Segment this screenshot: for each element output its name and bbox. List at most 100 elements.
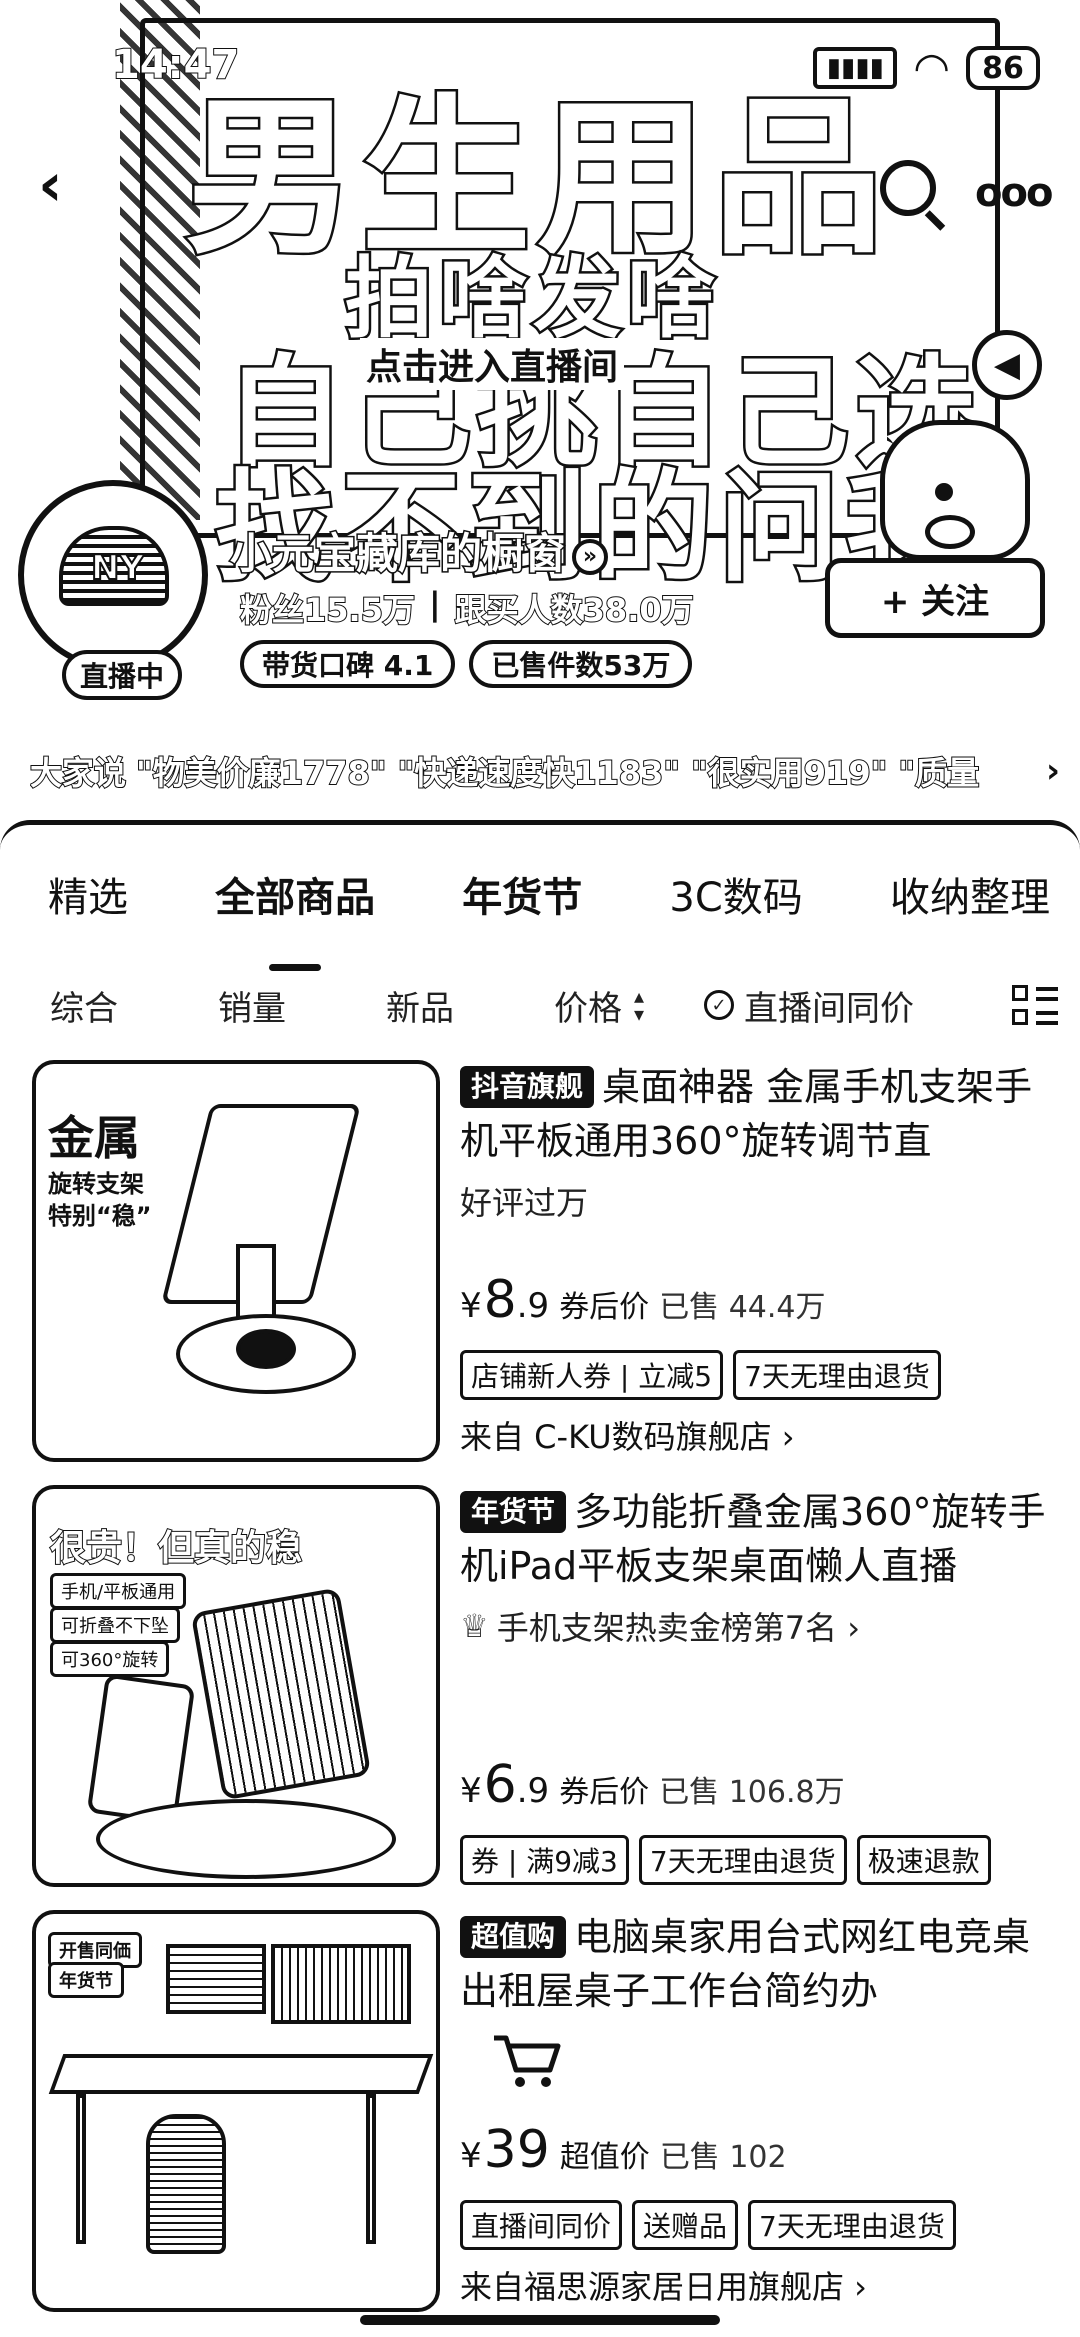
sold-count: 已售 106.8万 (659, 1775, 845, 1810)
currency: ¥ (460, 1286, 482, 1326)
value-buy-badge: 超值购 (460, 1916, 567, 1958)
product-image[interactable]: 开售同価 年货节 (32, 1910, 440, 2312)
stand-base (236, 1329, 296, 1369)
thumb-text: 很贵！但真的稳 (49, 1527, 303, 1570)
reputation-pill[interactable]: 带货口碑 4.1 (240, 640, 456, 688)
shop-pills: 带货口碑 4.1 已售件数53万 (240, 640, 693, 688)
thumb-text: 手机/平板通用 (50, 1573, 187, 1609)
chevron-right-icon: › (1045, 751, 1060, 791)
desk-leg (366, 2094, 376, 2244)
ranking-text: 手机支架热卖金榜第7名 › (496, 1609, 861, 1647)
product-card[interactable]: 开售同価 年货节 超值购 电脑桌家用台式网红电竞桌出租屋桌子工作台简约办 ¥39 … (0, 1910, 1080, 2320)
cap-image: NY (59, 526, 169, 606)
product-title[interactable]: 年货节 多功能折叠金属360°旋转手机iPad平板支架桌面懒人直播 (460, 1485, 1060, 1593)
tag-list: 店铺新人券 | 立减5 7天无理由退货 (460, 1350, 941, 1400)
product-panel: 精选 全部商品 年货节 3C数码 收纳整理 综合 销量 新品 价格 ▴ ▾ ✓ 直… (0, 820, 1080, 2337)
back-chevron-icon[interactable]: ‹ (38, 150, 63, 220)
sort-sales[interactable]: 销量 (218, 981, 286, 1030)
reviews-ticker[interactable]: 大家说 "物美价廉1778" "快递速度快1183" "很实用919" "质量 … (30, 748, 1060, 794)
wifi-icon: ◠ (913, 43, 950, 92)
tab-all-products[interactable]: 全部商品 (215, 865, 375, 945)
sort-price[interactable]: 价格 ▴ ▾ (554, 981, 644, 1030)
tag: 直播间同价 (460, 2200, 623, 2250)
desk-leg (76, 2094, 86, 2244)
filter-same-price[interactable]: ✓ 直播间同价 (704, 981, 914, 1030)
monitor-illustration (271, 1944, 411, 2024)
thumb-text: 旋转支架 (48, 1170, 144, 1198)
price-label: 券后价 (559, 1775, 650, 1810)
flagship-badge: 抖音旗舰 (460, 1066, 595, 1108)
product-card[interactable]: 金属 旋转支架 特别“稳” 抖音旗舰 桌面神器 金属手机支架手机平板通用360°旋… (0, 1060, 1080, 1470)
product-title[interactable]: 抖音旗舰 桌面神器 金属手机支架手机平板通用360°旋转调节直 (460, 1060, 1060, 1168)
price-row: ¥39 超值价 已售 102 (460, 2120, 787, 2180)
avatar[interactable]: NY (18, 480, 208, 670)
shop-link[interactable]: 来自 C-KU数码旗舰店 › (460, 1412, 795, 1458)
live-badge[interactable]: 直播中 (62, 650, 182, 700)
new-year-badge: 年货节 (460, 1491, 567, 1533)
price-int: 6 (483, 1755, 517, 1815)
category-tabs: 精选 全部商品 年货节 3C数码 收纳整理 (0, 865, 1080, 945)
tab-storage[interactable]: 收纳整理 (890, 865, 1050, 945)
sold-count-pill[interactable]: 已售件数53万 (469, 640, 693, 688)
price-decimal: .9 (516, 1286, 550, 1326)
sold-count: 已售 44.4万 (659, 1290, 826, 1325)
price: 8.9 (484, 1270, 550, 1330)
price: 39 (483, 2120, 550, 2180)
reviews-items: "物美价廉1778" "快递速度快1183" "很实用919" "质量 (136, 753, 980, 793)
grid-view-icon[interactable] (1012, 983, 1058, 1029)
arrow-right-icon: » (572, 538, 609, 575)
battery-level: 86 (982, 50, 1024, 86)
monitor-illustration (166, 1944, 266, 2014)
product-info: 年货节 多功能折叠金属360°旋转手机iPad平板支架桌面懒人直播 ♕ 手机支架热卖… (460, 1485, 1060, 1885)
tablet-illustration (190, 1587, 372, 1801)
shop-name[interactable]: 小元宝藏库的橱窗» (228, 520, 609, 581)
thumb-text: 年货节 (48, 1962, 124, 1998)
cart-icon[interactable] (490, 2030, 562, 2090)
tab-featured[interactable]: 精选 (48, 865, 128, 945)
price-row: ¥6.9 券后价 已售 106.8万 (460, 1755, 845, 1815)
tab-3c-digital[interactable]: 3C数码 (669, 865, 802, 945)
same-price-label: 直播间同价 (744, 988, 915, 1029)
sold-count: 已售 102 (659, 2140, 787, 2175)
check-icon: ✓ (704, 990, 735, 1020)
product-subtitle: 好评过万 (460, 1184, 589, 1222)
tag: 7天无理由退货 (638, 1835, 847, 1885)
sort-new[interactable]: 新品 (386, 981, 454, 1030)
status-time: 14:47 (111, 41, 240, 89)
sort-overall[interactable]: 综合 (50, 981, 118, 1030)
tag: 券 | 满9减3 (460, 1835, 629, 1885)
tag-list: 直播间同价 送赠品 7天无理由退货 (460, 2200, 956, 2250)
shop-link[interactable]: 来自福思源家居日用旗舰店 › (460, 2262, 867, 2308)
tag: 送赠品 (632, 2200, 739, 2250)
speaker-icon[interactable]: ◀ (972, 330, 1042, 400)
price-int: 8 (483, 1270, 517, 1330)
thumb-text: 特别“稳” (48, 1202, 152, 1230)
stand-base (96, 1799, 396, 1879)
sort-arrows-icon: ▴ ▾ (634, 984, 645, 1026)
tag: 7天无理由退货 (733, 1350, 941, 1400)
search-icon[interactable] (880, 160, 936, 216)
chair-illustration (146, 2114, 226, 2254)
enter-live-link[interactable]: 点击进入直播间 (360, 338, 625, 390)
price-decimal: .9 (516, 1771, 550, 1811)
currency: ¥ (460, 2136, 482, 2176)
signal-icon: ▮▮▮▮ (813, 47, 898, 89)
follow-button[interactable]: + 关注 (825, 558, 1045, 638)
shop-name-text: 小元宝藏库的橱窗 (228, 528, 567, 580)
product-info: 抖音旗舰 桌面神器 金属手机支架手机平板通用360°旋转调节直 好评过万 ¥8.9… (460, 1060, 1060, 1456)
trophy-icon: ♕ (460, 1607, 489, 1645)
sort-bar: 综合 销量 新品 价格 ▴ ▾ ✓ 直播间同价 (0, 975, 1080, 1035)
thumb-text: 可360°旋转 (50, 1641, 170, 1677)
product-image[interactable]: 金属 旋转支架 特别“稳” (32, 1060, 440, 1462)
home-indicator[interactable] (360, 2315, 720, 2325)
ranking-link[interactable]: ♕ 手机支架热卖金榜第7名 › (460, 1603, 1060, 1649)
live-banner[interactable]: 男生用品 拍啥发啥 自己挑自己选 点击进入直播间 找不到的问我 14:47 ▮▮… (0, 0, 1080, 820)
product-image[interactable]: 很贵！但真的稳 手机/平板通用 可折叠不下坠 可360°旋转 (32, 1485, 440, 1887)
tag: 7天无理由退货 (748, 2200, 956, 2250)
product-title[interactable]: 超值购 电脑桌家用台式网红电竞桌出租屋桌子工作台简约办 (460, 1910, 1060, 2018)
product-card[interactable]: 很贵！但真的稳 手机/平板通用 可折叠不下坠 可360°旋转 年货节 多功能折叠金… (0, 1485, 1080, 1895)
product-info: 超值购 电脑桌家用台式网红电竞桌出租屋桌子工作台简约办 ¥39 超值价 已售 10… (460, 1910, 1060, 2306)
tab-new-year[interactable]: 年货节 (462, 865, 582, 945)
thumb-text: 金属 (48, 1111, 140, 1165)
more-icon[interactable]: ooo (975, 170, 1053, 216)
